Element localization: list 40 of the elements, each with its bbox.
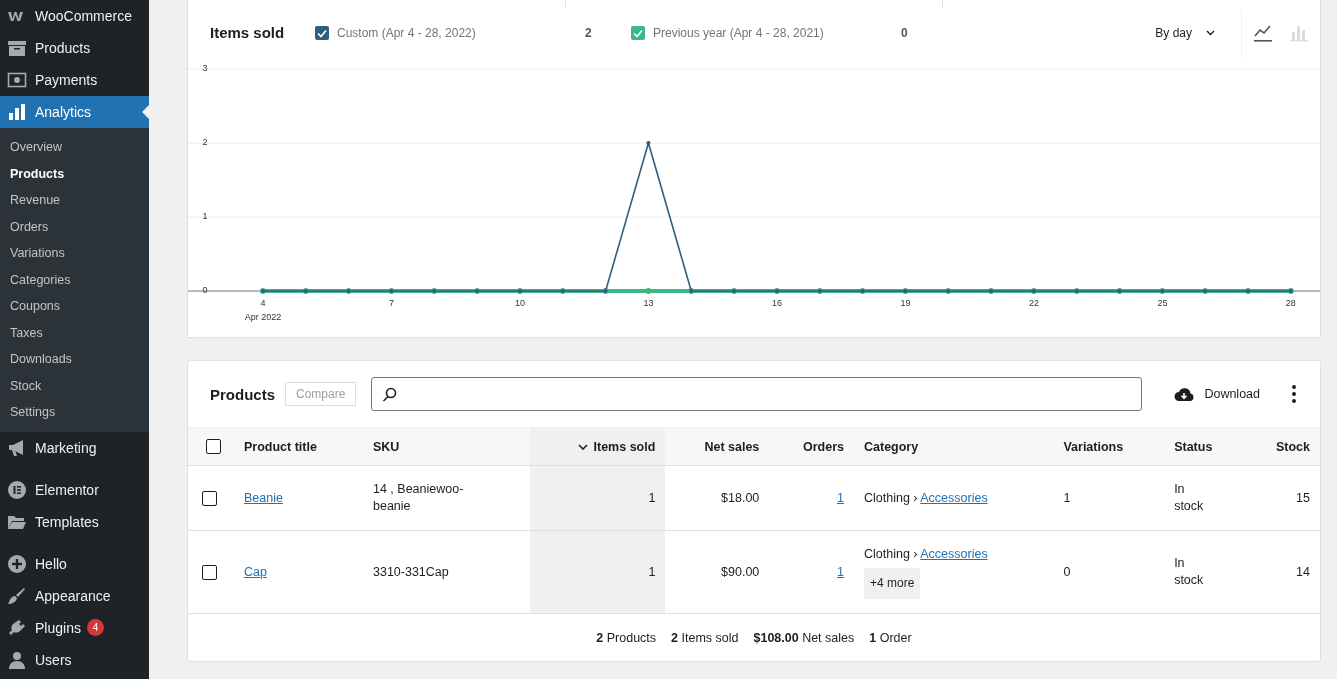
legend-total: 0 (901, 25, 908, 40)
summary-text: 1 Order (869, 630, 912, 645)
x-tick-label: 19 (900, 298, 911, 308)
summary-text: 2 Items sold (671, 630, 739, 645)
x-tick-label: 16 (771, 298, 782, 308)
y-tick-label: 0 (202, 285, 208, 296)
table-cell: 3310-331Cap (373, 563, 449, 581)
table-cell: 0 (1053, 530, 1165, 614)
table-cell-text: In stock (1174, 481, 1205, 515)
legend-total: 2 (585, 25, 593, 40)
y-tick-label: 3 (202, 63, 208, 74)
x-axis-date-label: Apr 2022 (244, 312, 282, 322)
table-cell: $18.00 (665, 465, 770, 531)
table-cell: $90.00 (665, 530, 770, 614)
summary-text: $108.00 Net sales (753, 630, 855, 645)
column-label: Items sold (593, 440, 656, 454)
table-cell: 15 (1244, 465, 1320, 531)
category-text: Clothing › (864, 490, 918, 505)
chart-title: Items sold (210, 24, 286, 41)
x-tick-label: 25 (1157, 298, 1168, 308)
y-tick-label: 1 (202, 211, 208, 222)
y-tick-label: 2 (202, 137, 208, 148)
x-tick-label: 10 (514, 298, 525, 308)
table-cell: 14 (1244, 530, 1320, 614)
x-tick-label: 4 (260, 298, 266, 308)
table-cell: 1 (529, 530, 666, 614)
count-badge: 4 (86, 619, 104, 636)
table-cell-text: 14 , Beaniewoo-beanie (373, 481, 465, 515)
summary-text: 2 Products (596, 630, 657, 645)
legend-label: Previous year (Apr 4 - 28, 2021) (653, 25, 824, 40)
table-cell: 1 (1053, 465, 1165, 531)
legend-label: Custom (Apr 4 - 28, 2022) (337, 25, 476, 40)
x-tick-label: 22 (1028, 298, 1039, 308)
x-tick-label: 28 (1285, 298, 1296, 308)
card-title: Products (210, 385, 275, 403)
table-cell-text: In stock (1174, 555, 1205, 589)
category-text: Clothing › (864, 546, 918, 561)
table-cell: 1 (529, 465, 666, 531)
x-tick-label: 13 (643, 298, 654, 308)
x-tick-label: 7 (388, 298, 394, 308)
